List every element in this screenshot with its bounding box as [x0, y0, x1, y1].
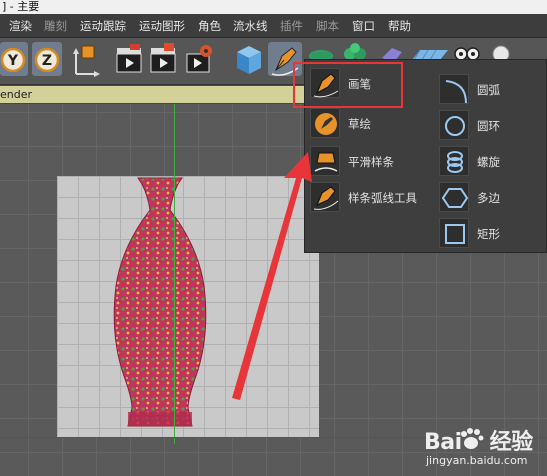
- clapperboard-icon: [116, 44, 142, 73]
- red-arrow-annotation: [232, 152, 312, 400]
- menubar: 渲染 雕刻 运动跟踪 运动图形 角色 流水线 插件 脚本 窗口 帮助: [0, 14, 547, 38]
- menu-render[interactable]: 渲染: [9, 18, 32, 34]
- svg-text:Z: Z: [42, 53, 52, 69]
- coordinate-system-icon: [73, 45, 100, 77]
- menu-character[interactable]: 角色: [198, 18, 221, 34]
- menu-motion-tracking[interactable]: 运动跟踪: [80, 18, 126, 34]
- menu-item-label: 多边: [477, 191, 500, 205]
- polygon-icon: [439, 182, 469, 212]
- sketch-icon: [310, 108, 340, 138]
- menu-script[interactable]: 脚本: [316, 18, 339, 34]
- menu-item-label: 圆环: [477, 119, 500, 133]
- render-active-button[interactable]: [148, 42, 178, 76]
- arc-icon: [439, 74, 469, 104]
- menu-sculpt[interactable]: 雕刻: [44, 18, 67, 34]
- baidu-watermark: Bai 经验 jingyan.baidu.com: [424, 424, 542, 470]
- svg-text:Y: Y: [7, 53, 19, 69]
- cube-button[interactable]: [234, 42, 264, 76]
- clapperboard-active-icon: [150, 43, 176, 73]
- watermark-url: jingyan.baidu.com: [426, 454, 528, 467]
- menu-window[interactable]: 窗口: [352, 18, 375, 34]
- z-axis-button[interactable]: Z: [32, 42, 62, 76]
- y-axis-button[interactable]: Y: [0, 42, 28, 76]
- menu-item-label: 圆弧: [477, 83, 500, 97]
- coordinate-system-button[interactable]: [68, 42, 102, 77]
- window-title: ] - 主要: [0, 0, 547, 14]
- menu-mograph[interactable]: 运动图形: [139, 18, 185, 34]
- helix-icon: [439, 146, 469, 176]
- menu-item-label: 螺旋: [477, 155, 500, 169]
- viewport-label: ender: [0, 88, 33, 101]
- render-view-button[interactable]: [114, 42, 144, 76]
- menu-item-label: 矩形: [477, 227, 500, 241]
- z-axis-icon: Z: [34, 47, 60, 73]
- menu-help[interactable]: 帮助: [388, 18, 411, 34]
- menu-item-label: 样条弧线工具: [348, 191, 417, 205]
- y-axis-icon: Y: [0, 47, 26, 73]
- cube-icon: [237, 46, 261, 74]
- viewport-header: ender: [0, 86, 306, 103]
- highlight-box: [293, 62, 403, 108]
- vase-image: [113, 177, 207, 427]
- menu-plugins[interactable]: 插件: [280, 18, 303, 34]
- circle-icon: [439, 110, 469, 140]
- rectangle-icon: [439, 218, 469, 248]
- menu-item-label: 平滑样条: [348, 155, 394, 169]
- render-settings-icon: [186, 45, 212, 73]
- y-axis-line: [174, 104, 175, 444]
- watermark-brand: Bai 经验: [424, 430, 533, 455]
- menu-pipeline[interactable]: 流水线: [233, 18, 268, 34]
- render-settings-button[interactable]: [184, 42, 214, 76]
- menu-item-label: 草绘: [348, 117, 371, 131]
